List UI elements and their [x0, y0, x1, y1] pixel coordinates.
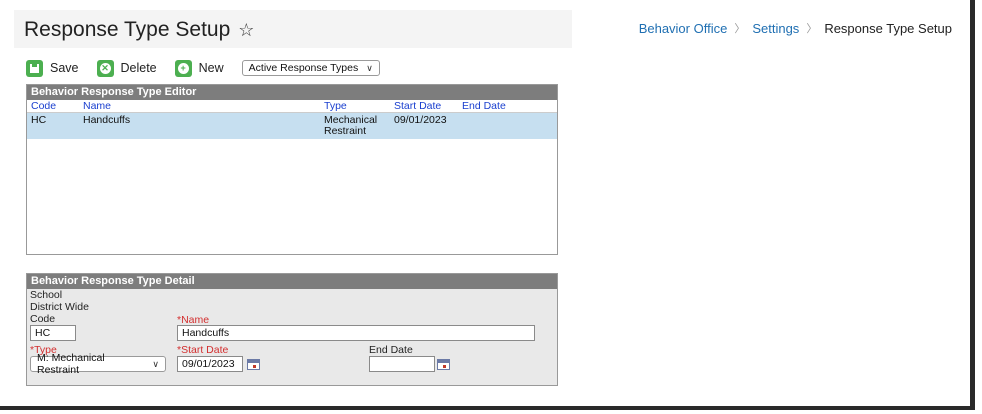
editor-panel-header: Behavior Response Type Editor: [27, 85, 557, 100]
editor-column-headers: Code Name Type Start Date End Date: [27, 100, 557, 113]
column-start-date[interactable]: Start Date: [394, 100, 441, 112]
type-select[interactable]: M: Mechanical Restraint ∨: [30, 352, 166, 376]
app-window: Response Type Setup ☆ Behavior Office 〉 …: [0, 0, 975, 410]
row-start-date: 09/01/2023: [394, 114, 447, 126]
table-row[interactable]: HC Handcuffs Mechanical Restraint 09/01/…: [27, 113, 557, 139]
end-date-label: End Date: [369, 344, 413, 356]
response-type-filter-select[interactable]: Active Response Types ∨: [241, 60, 380, 76]
end-date-input[interactable]: [369, 356, 435, 372]
chevron-right-icon: 〉: [806, 23, 818, 35]
row-type-line2: Restraint: [324, 125, 367, 137]
code-label: Code: [30, 313, 56, 325]
action-toolbar: Save ✕ Delete + New Active Response Type…: [26, 58, 380, 78]
save-button[interactable]: Save: [26, 59, 79, 77]
filter-value: Active Response Types: [248, 62, 359, 74]
column-name[interactable]: Name: [83, 100, 111, 112]
row-name: Handcuffs: [83, 114, 131, 126]
start-date-input[interactable]: 09/01/2023: [177, 356, 243, 372]
title-bar: Response Type Setup ☆: [14, 10, 572, 48]
chevron-down-icon: ∨: [152, 358, 159, 369]
save-label: Save: [50, 61, 79, 75]
column-end-date[interactable]: End Date: [462, 100, 506, 112]
save-icon: [26, 59, 43, 77]
breadcrumb-current: Response Type Setup: [824, 20, 952, 36]
row-code: HC: [31, 114, 47, 126]
chevron-right-icon: 〉: [734, 23, 746, 35]
delete-icon: ✕: [96, 59, 114, 77]
star-icon[interactable]: ☆: [238, 20, 254, 41]
chevron-down-icon: ∨: [366, 62, 373, 73]
code-input[interactable]: HC: [30, 325, 76, 341]
editor-panel: Behavior Response Type Editor Code Name …: [26, 84, 558, 255]
column-type[interactable]: Type: [324, 100, 347, 112]
type-value: M: Mechanical Restraint: [37, 352, 105, 376]
detail-panel-header: Behavior Response Type Detail: [27, 274, 557, 289]
delete-button[interactable]: ✕ Delete: [96, 59, 157, 77]
page-title: Response Type Setup ☆: [24, 18, 254, 42]
detail-panel: Behavior Response Type Detail School Dis…: [26, 273, 558, 386]
calendar-icon[interactable]: [437, 359, 450, 370]
delete-label: Delete: [120, 61, 157, 75]
name-input[interactable]: Handcuffs: [177, 325, 535, 341]
column-code[interactable]: Code: [31, 100, 56, 112]
calendar-icon[interactable]: [247, 359, 260, 370]
breadcrumb-settings[interactable]: Settings: [752, 21, 799, 36]
add-icon: +: [174, 59, 192, 77]
start-date-label: *Start Date: [177, 344, 229, 356]
new-label: New: [198, 61, 224, 75]
new-button[interactable]: + New: [174, 59, 224, 77]
breadcrumb-behavior-office[interactable]: Behavior Office: [639, 21, 728, 36]
page-title-text: Response Type Setup: [24, 18, 231, 41]
school-label: School: [30, 289, 63, 301]
breadcrumb: Behavior Office 〉 Settings 〉 Response Ty…: [639, 20, 952, 36]
school-value: District Wide: [30, 301, 89, 313]
